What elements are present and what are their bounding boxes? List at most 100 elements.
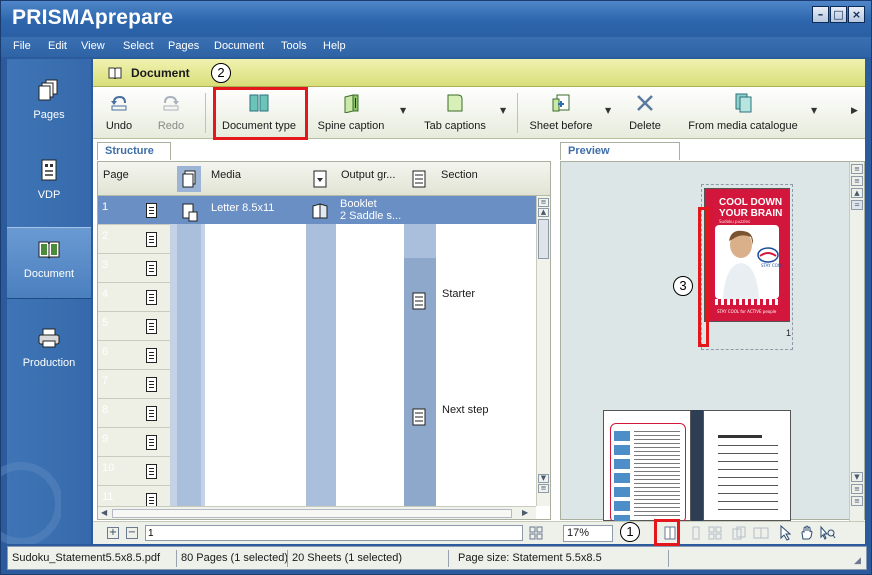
table-row[interactable]: 4 [98, 283, 170, 312]
structure-grid: Page Media Output gr... Section 1 2 3 4 … [97, 161, 551, 520]
scroll-top-button[interactable]: ≡ [538, 198, 549, 207]
page-number: 8 [102, 404, 109, 416]
menu-tools[interactable]: Tools [281, 40, 307, 52]
delete-button[interactable]: Delete [621, 91, 669, 137]
spread-right-page[interactable] [703, 410, 791, 521]
spine-caption-label: Spine caption [317, 120, 385, 132]
grid-view-icon[interactable] [529, 526, 543, 540]
from-media-catalogue-button[interactable]: From media catalogue [683, 91, 803, 137]
section-icon [412, 408, 426, 426]
redo-button[interactable]: Redo [153, 91, 189, 137]
nav-item-vdp[interactable]: VDP [7, 149, 91, 219]
scroll-down-button[interactable]: ▼ [538, 474, 549, 483]
ribbon-overflow-icon[interactable]: ▶ [851, 106, 858, 116]
menu-pages[interactable]: Pages [168, 40, 199, 52]
close-button[interactable]: × [848, 6, 865, 23]
menu-file[interactable]: File [13, 40, 31, 52]
table-row[interactable]: 8 [98, 399, 170, 428]
media-value: Letter 8.5x11 [211, 202, 275, 214]
table-row[interactable]: 1 [98, 196, 170, 225]
menu-edit[interactable]: Edit [48, 40, 67, 52]
table-row[interactable]: 9 [98, 428, 170, 457]
table-row[interactable]: 10 [98, 457, 170, 486]
scroll-bottom-button[interactable]: ≡ [538, 484, 549, 493]
spine-caption-button[interactable]: Spine caption [315, 91, 387, 137]
preview-scrollbar[interactable]: ≡ ≡ ▲ = ▼ ≡ ≡ [849, 162, 864, 521]
media-assigned-icon [182, 203, 198, 222]
preview-scroll-bottom-button[interactable]: ≡ [851, 496, 863, 506]
ribbon-separator [517, 93, 518, 133]
menu-select[interactable]: Select [123, 40, 154, 52]
redo-icon [163, 95, 179, 111]
expand-all-button[interactable]: + [107, 527, 119, 539]
scroll-up-button[interactable]: ▲ [538, 208, 549, 217]
sheet-before-label: Sheet before [529, 120, 593, 132]
preview-scroll-down-button[interactable]: ▼ [851, 472, 863, 482]
output-value-line2: 2 Saddle s... [340, 210, 402, 222]
preview-scroll-next-button[interactable]: ≡ [851, 484, 863, 494]
section-name-next-step[interactable]: Next step [442, 404, 488, 416]
copy-pages-icon[interactable] [731, 525, 747, 541]
table-row[interactable]: 2 [98, 225, 170, 254]
media-catalogue-dropdown-icon[interactable]: ▼ [811, 106, 817, 115]
vertical-scrollbar[interactable]: ≡ ▲ ▼ ≡ [536, 196, 550, 506]
hand-tool-icon[interactable] [799, 525, 815, 541]
tab-captions-dropdown-icon[interactable]: ▼ [500, 106, 506, 115]
spread-spine [691, 410, 703, 521]
column-header-section[interactable]: Section [436, 162, 478, 196]
cover-page-thumbnail[interactable]: COOL DOWN YOUR BRAIN Sudoku puzzles STAY… [704, 188, 790, 322]
table-row[interactable]: 5 [98, 312, 170, 341]
zoom-field[interactable]: 17% [563, 525, 613, 542]
nav-item-pages[interactable]: Pages [7, 69, 91, 139]
resize-grip-icon[interactable]: ◢ [854, 556, 861, 566]
page-icon [146, 435, 157, 450]
nav-item-document[interactable]: Document [7, 227, 91, 299]
menu-document[interactable]: Document [214, 40, 264, 52]
spine-view-icon[interactable] [688, 525, 704, 541]
scroll-right-button[interactable]: ▶ [522, 508, 528, 517]
column-header-output[interactable]: Output gr... [336, 162, 395, 196]
scroll-left-button[interactable]: ◀ [101, 508, 107, 517]
sheet-before-button[interactable]: Sheet before [525, 91, 597, 137]
preview-scroll-prev-button[interactable]: ≡ [851, 176, 863, 186]
page-number: 4 [102, 288, 109, 300]
preview-scroll-top-button[interactable]: ≡ [851, 164, 863, 174]
menu-help[interactable]: Help [323, 40, 346, 52]
collapse-all-button[interactable]: − [126, 527, 138, 539]
table-row[interactable]: 7 [98, 370, 170, 399]
spine-caption-dropdown-icon[interactable]: ▼ [400, 106, 406, 115]
maximize-button[interactable]: □ [830, 6, 847, 23]
pointer-tool-icon[interactable] [779, 525, 793, 541]
page-number: 9 [102, 433, 109, 445]
callout-number-2: 2 [211, 63, 231, 83]
column-header-page[interactable]: Page [98, 162, 129, 196]
horizontal-scrollbar[interactable]: ◀ ▶ [98, 506, 536, 519]
spread-view-icon[interactable] [753, 525, 769, 541]
media-header-icon [182, 170, 196, 188]
minimize-button[interactable]: – [812, 6, 829, 23]
page-number: 3 [102, 259, 109, 271]
tab-captions-button[interactable]: Tab captions [415, 91, 495, 137]
section-name-starter[interactable]: Starter [442, 288, 475, 300]
sheet-before-dropdown-icon[interactable]: ▼ [605, 106, 611, 115]
tab-structure[interactable]: Structure [97, 142, 171, 160]
page-number-input[interactable] [145, 525, 523, 541]
preview-scroll-thumb[interactable]: = [851, 200, 863, 210]
tab-captions-icon [447, 94, 463, 112]
menu-view[interactable]: View [81, 40, 105, 52]
delete-label: Delete [629, 120, 661, 132]
column-header-media[interactable]: Media [206, 162, 241, 196]
scroll-thumb[interactable] [538, 219, 549, 259]
page-icon [146, 290, 157, 305]
nav-item-production[interactable]: Production [7, 317, 91, 387]
document-book-icon [38, 241, 60, 259]
multi-page-view-icon[interactable] [707, 525, 723, 541]
horizontal-scroll-thumb[interactable] [112, 509, 512, 518]
zoom-tool-icon[interactable] [820, 525, 836, 541]
spread-left-page[interactable] [603, 410, 691, 523]
table-row[interactable]: 6 [98, 341, 170, 370]
undo-button[interactable]: Undo [99, 91, 139, 137]
table-row[interactable]: 3 [98, 254, 170, 283]
preview-scroll-up-button[interactable]: ▲ [851, 188, 863, 198]
tab-preview[interactable]: Preview [560, 142, 680, 160]
